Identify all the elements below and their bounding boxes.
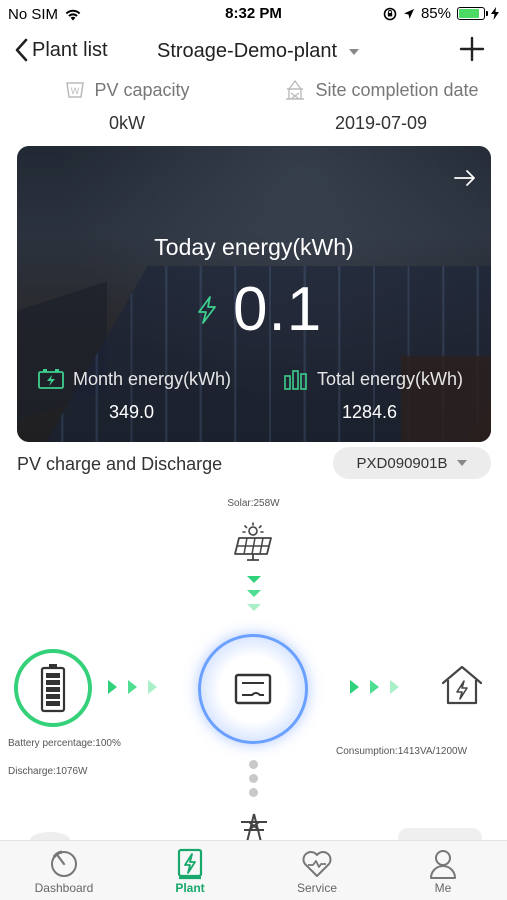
battery-percentage-label: Battery percentage:100% (8, 738, 121, 749)
plant-bolt-icon (177, 848, 203, 880)
solar-power-label: Solar:258W (227, 498, 280, 509)
today-energy-label: Today energy(kWh) (154, 234, 354, 260)
bolt-icon (198, 295, 216, 324)
battery-icon (457, 7, 488, 20)
bar-chart-icon (284, 370, 307, 390)
plant-info: W PV capacity 0kW Site completion date 2… (0, 76, 507, 138)
tab-me[interactable]: Me (393, 847, 493, 895)
solar-flow-arrows (247, 576, 261, 611)
dashboard-gauge-icon (51, 850, 77, 877)
battery-flow-arrows (108, 680, 157, 694)
battery-full-icon (40, 664, 66, 713)
chevron-left-icon (15, 38, 28, 62)
location-arrow-icon (403, 8, 414, 19)
pv-capacity-value: 0kW (109, 113, 145, 133)
back-button[interactable]: Plant list (14, 38, 108, 62)
battery-level-fill (459, 9, 480, 18)
user-icon (430, 850, 456, 879)
tab-me-label: Me (434, 881, 452, 895)
caret-down-icon (457, 460, 468, 466)
pv-capacity-label: PV capacity (94, 79, 190, 100)
month-energy-value: 349.0 (109, 402, 155, 422)
device-label: PXD090901B (356, 454, 448, 472)
consumption-label: Consumption:1413VA/1200W (336, 746, 468, 757)
tab-plant-label: Plant (175, 881, 205, 895)
plus-icon[interactable] (457, 34, 487, 64)
section-title: PV charge and Discharge (17, 454, 223, 474)
tab-plant[interactable]: Plant (140, 847, 240, 895)
month-energy-header: Month energy(kWh) (37, 368, 231, 390)
caret-down-icon (349, 48, 360, 55)
nav-header: Plant list Stroage-Demo-plant (0, 32, 507, 76)
site-icon (286, 79, 305, 100)
grid-flow-dot (249, 788, 258, 797)
back-label: Plant list (32, 38, 108, 61)
home-power-icon[interactable] (440, 664, 484, 706)
total-energy-value: 1284.6 (342, 402, 398, 422)
total-energy-label: Total energy(kWh) (317, 368, 464, 389)
total-energy-header: Total energy(kWh) (283, 368, 463, 390)
today-energy-block: 0.1 (195, 274, 322, 345)
plant-selector[interactable]: Stroage-Demo-plant (157, 40, 360, 63)
load-flow-arrows (350, 680, 399, 694)
arrow-right-icon[interactable] (453, 166, 477, 190)
tab-dashboard-label: Dashboard (34, 881, 94, 895)
device-selector[interactable]: PXD090901B (333, 447, 491, 479)
battery-charge-icon (38, 369, 64, 389)
status-bar: No SIM 8:32 PM 85% (0, 0, 507, 28)
charging-bolt-icon (491, 7, 499, 20)
completion-label: Site completion date (315, 79, 479, 100)
inverter-icon (234, 673, 272, 705)
battery-node[interactable] (14, 649, 92, 727)
grid-flow-dot (249, 774, 258, 783)
tab-dashboard[interactable]: Dashboard (14, 847, 114, 895)
completion-date-block: Site completion date 2019-07-09 (270, 76, 492, 134)
pv-capacity-icon: W (66, 82, 85, 98)
plant-title: Stroage-Demo-plant (157, 40, 338, 62)
discharge-label: Discharge:1076W (8, 766, 88, 777)
solar-panel-icon (234, 522, 272, 561)
tab-bar: Dashboard Plant Service Me (0, 840, 507, 900)
service-heart-icon (302, 851, 332, 877)
status-right: 85% (383, 5, 499, 22)
lock-rotation-icon (383, 7, 397, 20)
battery-percent: 85% (420, 5, 451, 22)
tab-service-label: Service (296, 881, 337, 895)
completion-value: 2019-07-09 (334, 113, 428, 133)
energy-card[interactable]: Today energy(kWh) 0.1 Month energy(kWh) … (17, 146, 491, 442)
today-energy-value: 0.1 (233, 275, 323, 344)
pv-capacity-block: W PV capacity 0kW (52, 76, 202, 134)
grid-tower-icon[interactable] (237, 812, 271, 842)
tab-service[interactable]: Service (267, 847, 367, 895)
month-energy-label: Month energy(kWh) (73, 368, 232, 389)
inverter-node[interactable] (198, 634, 308, 744)
grid-flow-dot (249, 760, 258, 769)
svg-text:W: W (71, 86, 80, 96)
